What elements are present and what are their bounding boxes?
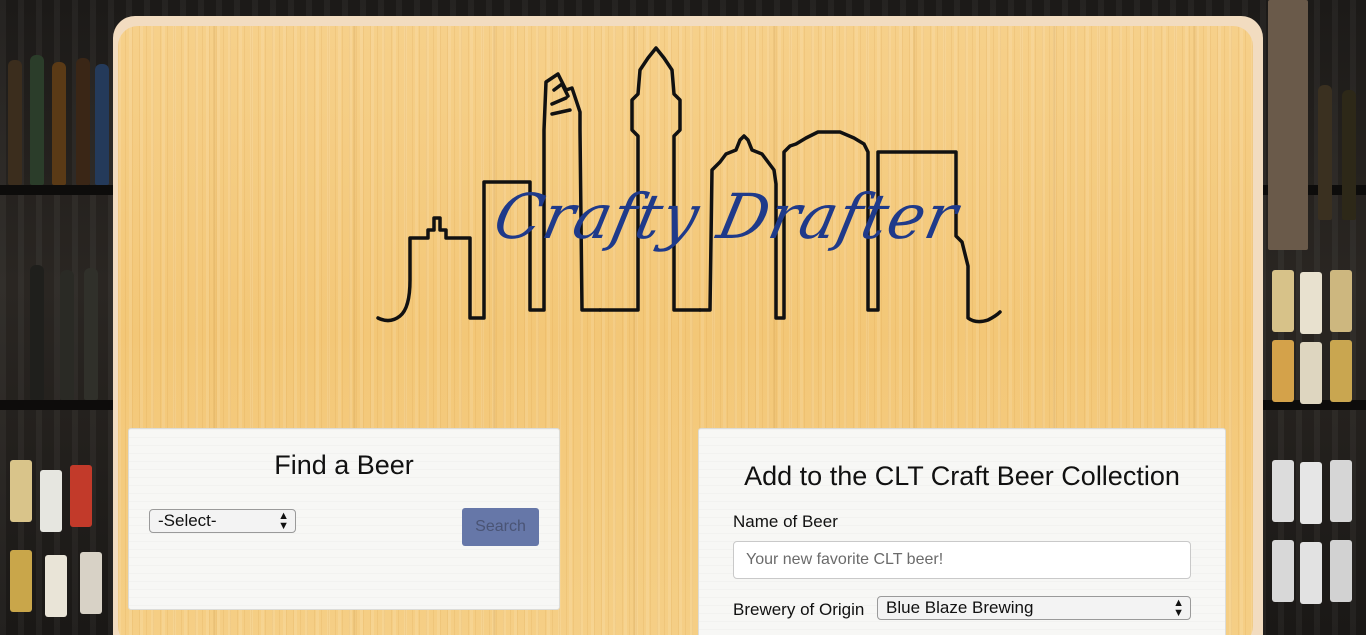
- beer-select[interactable]: -Select- ▲ ▼: [149, 509, 296, 533]
- up-down-arrows-icon: ▲ ▼: [278, 510, 289, 532]
- up-down-arrows-icon: ▲ ▼: [1173, 597, 1184, 619]
- can: [1330, 460, 1352, 522]
- brewery-select-value: Blue Blaze Brewing: [886, 598, 1034, 617]
- bottle: [30, 55, 44, 185]
- can: [1272, 340, 1294, 402]
- can: [1272, 460, 1294, 522]
- can: [1330, 270, 1352, 332]
- can: [1300, 462, 1322, 524]
- can: [40, 470, 62, 532]
- can: [1300, 542, 1322, 604]
- bottle: [1318, 85, 1332, 220]
- can: [1300, 342, 1322, 404]
- can: [1272, 540, 1294, 602]
- can: [70, 465, 92, 527]
- bottle: [30, 265, 44, 400]
- bottle: [52, 62, 66, 185]
- can: [1330, 540, 1352, 602]
- add-beer-panel: Add to the CLT Craft Beer Collection Nam…: [698, 428, 1226, 635]
- bottle: [8, 60, 22, 185]
- ipa-sign: [1268, 0, 1308, 250]
- beer-name-label: Name of Beer: [733, 512, 838, 531]
- can: [10, 550, 32, 612]
- bottle: [95, 64, 109, 185]
- add-beer-title: Add to the CLT Craft Beer Collection: [744, 461, 1180, 491]
- beer-select-value: -Select-: [158, 511, 217, 530]
- bottle: [60, 270, 74, 400]
- can: [10, 460, 32, 522]
- bottle: [84, 268, 98, 400]
- bottle: [76, 58, 90, 185]
- brewery-select[interactable]: Blue Blaze Brewing ▲ ▼: [877, 596, 1191, 620]
- can: [1300, 272, 1322, 334]
- can: [1330, 340, 1352, 402]
- bottle: [1342, 90, 1356, 220]
- find-beer-panel: Find a Beer -Select- ▲ ▼ Search: [128, 428, 560, 610]
- can: [80, 552, 102, 614]
- beer-name-input[interactable]: Your new favorite CLT beer!: [733, 541, 1191, 579]
- search-button[interactable]: Search: [462, 508, 539, 546]
- find-beer-title: Find a Beer: [274, 450, 414, 480]
- brewery-label: Brewery of Origin: [733, 600, 865, 619]
- can: [45, 555, 67, 617]
- logo-text: Crafty Drafter: [487, 180, 965, 253]
- can: [1272, 270, 1294, 332]
